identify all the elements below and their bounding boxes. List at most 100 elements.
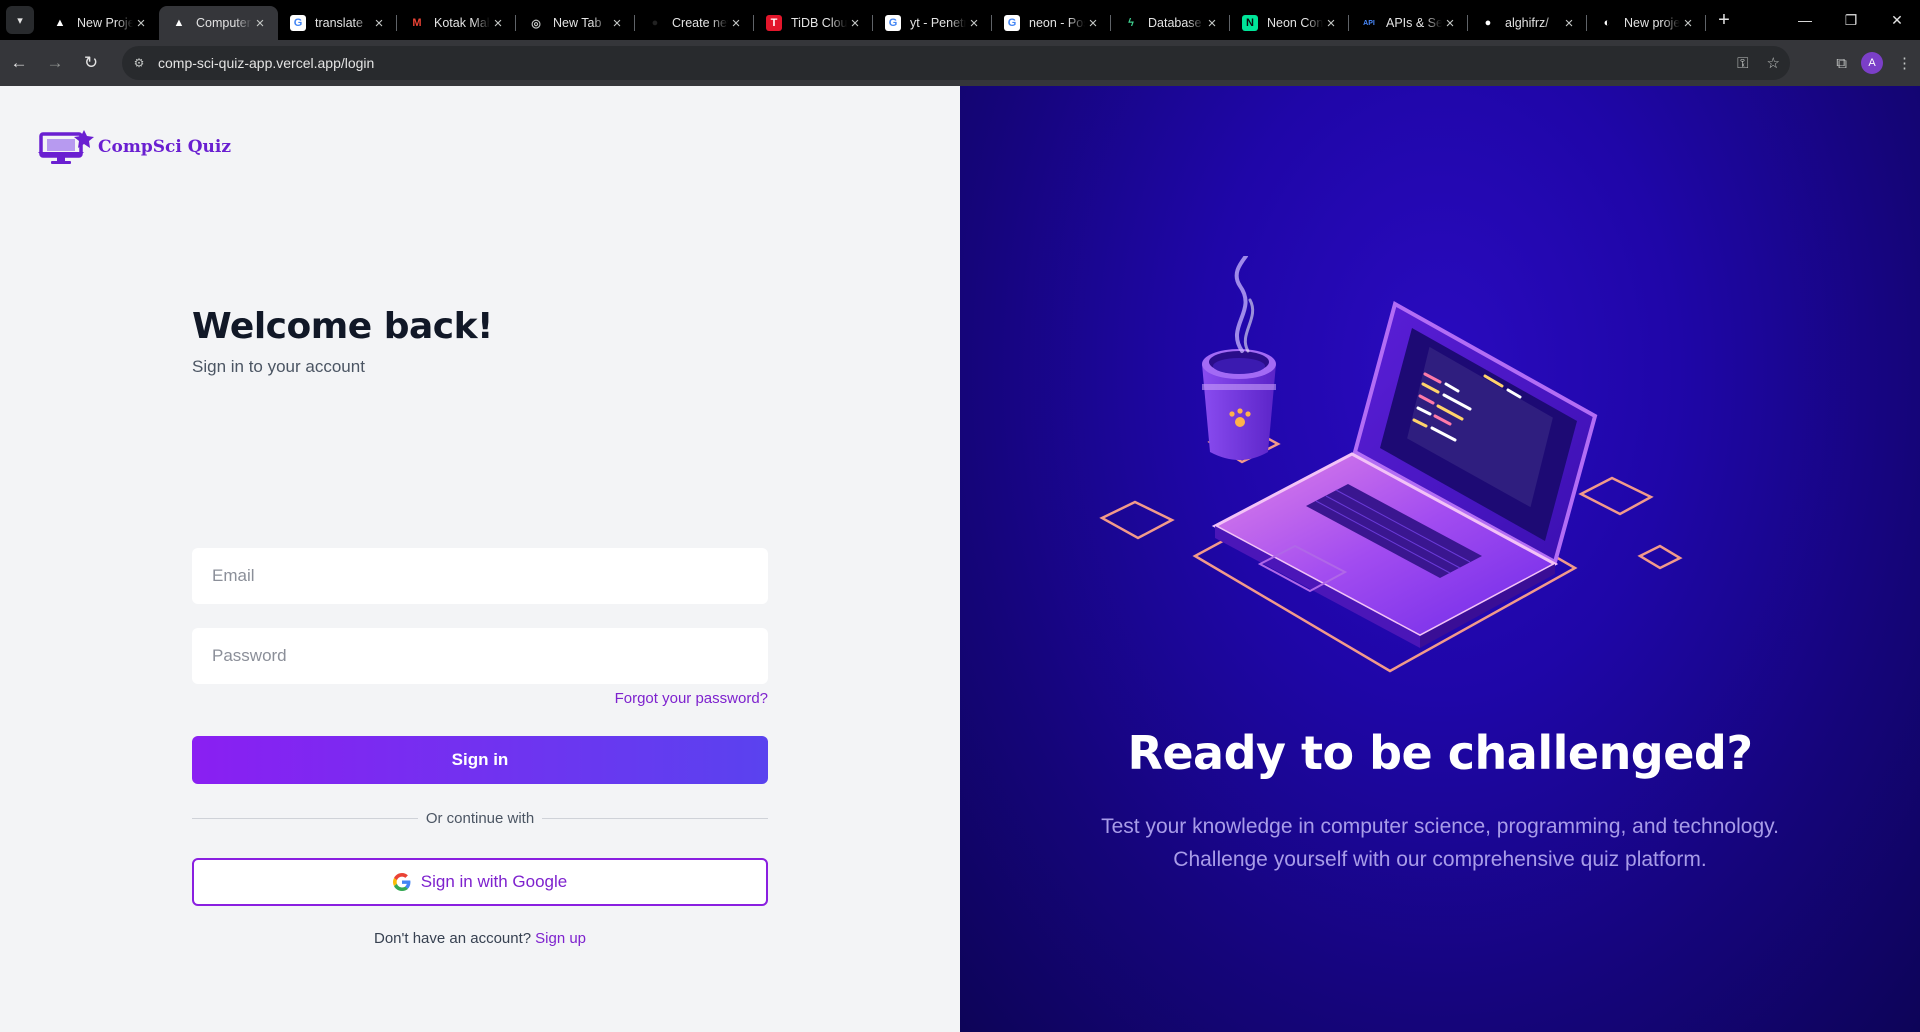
close-tab-icon[interactable]: × — [1085, 15, 1101, 32]
hero-description-line: Challenge yourself with our comprehensiv… — [1173, 848, 1707, 871]
logo-text: CompSci Quiz — [98, 137, 232, 157]
google-icon — [392, 873, 411, 891]
browser-tab[interactable]: N Neon Console× — [1230, 6, 1349, 40]
google-button-label: Sign in with Google — [420, 872, 568, 891]
google-sign-in-button[interactable]: Sign in with Google — [192, 858, 768, 906]
browser-tab[interactable]: Gtranslate × — [278, 6, 397, 40]
address-bar[interactable]: ⚙ comp-sci-quiz-app.vercel.app/login ⚿ ☆ — [122, 46, 1790, 80]
signup-row: Don't have an account? Sign up — [192, 930, 768, 947]
url-text[interactable]: comp-sci-quiz-app.vercel.app/login — [158, 55, 374, 71]
tidb-icon: T — [766, 15, 782, 31]
forgot-password-link[interactable]: Forgot your password? — [615, 690, 768, 707]
reload-button[interactable]: ↻ — [74, 46, 108, 80]
browser-tab[interactable]: API APIs & Services× — [1349, 6, 1468, 40]
google-icon: G — [885, 15, 901, 31]
sign-up-link[interactable]: Sign up — [535, 930, 586, 947]
hero-panel: Ready to be challenged? Test your knowle… — [960, 86, 1920, 1032]
browser-tab[interactable]: M Kotak Mahindra× — [397, 6, 516, 40]
divider-line — [192, 818, 418, 819]
browser-tab[interactable]: ▲ New Project× — [40, 6, 159, 40]
gmail-icon: M — [412, 17, 422, 29]
close-window-button[interactable]: ✕ — [1874, 0, 1920, 40]
window-controls: — ❐ ✕ — [1782, 0, 1920, 40]
tab-title: New Tab — [553, 16, 602, 30]
generic-icon: ◐ — [1603, 17, 1611, 29]
close-tab-icon[interactable]: × — [1204, 15, 1220, 32]
arrow-right-icon: → — [46, 53, 64, 72]
browser-tab[interactable]: ● alghifrz/ × — [1468, 6, 1587, 40]
tab-title: Database — [1148, 16, 1202, 30]
bookmark-star-icon[interactable]: ☆ — [1767, 54, 1780, 72]
tab-title: New Project — [77, 16, 133, 30]
close-tab-icon[interactable]: × — [371, 15, 387, 32]
vercel-icon: ▲ — [54, 17, 66, 29]
forward-button[interactable]: → — [38, 46, 72, 80]
chevron-down-icon: ▾ — [17, 14, 23, 27]
close-tab-icon[interactable]: × — [1561, 15, 1577, 32]
dark-icon: ● — [651, 17, 659, 29]
close-tab-icon[interactable]: × — [847, 15, 863, 32]
minimize-button[interactable]: — — [1782, 0, 1828, 40]
browser-tab[interactable]: ϟ Database × — [1111, 6, 1230, 40]
arrow-left-icon: ← — [10, 53, 28, 72]
divider-label: Or continue with — [425, 810, 535, 827]
tab-title: Computer Science Quiz — [196, 16, 252, 30]
profile-avatar[interactable]: A — [1861, 52, 1883, 74]
tab-title: neon - Postgres — [1029, 16, 1085, 30]
tab-title: Create new — [672, 16, 728, 30]
tab-title: translate — [315, 16, 363, 30]
browser-tab[interactable]: Gneon - Postgres× — [992, 6, 1111, 40]
more-menu-icon[interactable]: ⋮ — [1897, 54, 1912, 72]
close-tab-icon[interactable]: × — [1323, 15, 1339, 32]
close-tab-icon[interactable]: × — [490, 15, 506, 32]
tab-separator — [1705, 15, 1706, 31]
vercel-icon: ▲ — [173, 17, 185, 29]
signup-prompt: Don't have an account? — [373, 930, 532, 947]
new-tab-button[interactable]: + — [1710, 6, 1738, 34]
tab-title: alghifrz/ — [1505, 16, 1549, 30]
hero-description: Test your knowledge in computer science,… — [960, 810, 1920, 876]
page-title: Welcome back! — [192, 306, 493, 347]
tab-title: TiDB Cloud — [791, 16, 847, 30]
laptop-illustration — [1099, 256, 1683, 673]
restore-button[interactable]: ❐ — [1828, 0, 1874, 40]
google-icon: G — [1004, 15, 1020, 31]
tab-list: ▲New Project×▲Computer Science Quiz×Gtra… — [40, 0, 1706, 40]
page-subtitle: Sign in to your account — [192, 357, 365, 376]
hero-title: Ready to be challenged? — [1127, 726, 1753, 780]
browser-tab[interactable]: ◎ New Tab × — [516, 6, 635, 40]
tab-title: yt - Penetration — [910, 16, 966, 30]
close-tab-icon[interactable]: × — [1680, 15, 1696, 32]
github-icon: ● — [1484, 17, 1492, 29]
close-tab-icon[interactable]: × — [966, 15, 982, 32]
tab-title: New project — [1624, 16, 1680, 30]
google-icon: G — [290, 15, 306, 31]
reload-icon: ↻ — [83, 53, 99, 72]
browser-tab[interactable]: T TiDB Cloud× — [754, 6, 873, 40]
chrome-icon: ◎ — [531, 17, 541, 30]
login-form: Welcome back! Sign in to your account Fo… — [192, 306, 769, 947]
browser-tab[interactable]: ● Create new× — [635, 6, 754, 40]
page: CompSci Quiz Welcome back! Sign in to yo… — [0, 86, 1920, 1032]
close-tab-icon[interactable]: × — [252, 15, 268, 32]
extensions-icon[interactable]: ⧉ — [1836, 55, 1847, 72]
api-icon: API — [1363, 19, 1375, 27]
sign-in-button[interactable]: Sign in — [192, 736, 768, 784]
close-tab-icon[interactable]: × — [609, 15, 625, 32]
divider: Or continue with — [192, 810, 769, 827]
close-tab-icon[interactable]: × — [1442, 15, 1458, 32]
browser-tab[interactable]: ▲ Computer Science Quiz× — [159, 6, 278, 40]
tab-search-button[interactable]: ▾ — [6, 6, 34, 34]
browser-tab[interactable]: Gyt - Penetration× — [873, 6, 992, 40]
close-tab-icon[interactable]: × — [133, 15, 149, 32]
back-button[interactable]: ← — [2, 46, 36, 80]
email-input[interactable] — [192, 548, 768, 604]
app-logo[interactable]: CompSci Quiz — [38, 128, 231, 166]
password-input[interactable] — [192, 628, 768, 684]
password-key-icon[interactable]: ⚿ — [1737, 55, 1748, 72]
tab-title: APIs & Services — [1386, 16, 1442, 30]
browser-tab[interactable]: ◐ New project× — [1587, 6, 1706, 40]
site-info-icon[interactable]: ⚙ — [122, 56, 156, 70]
close-tab-icon[interactable]: × — [728, 15, 744, 32]
divider-line — [542, 818, 769, 819]
